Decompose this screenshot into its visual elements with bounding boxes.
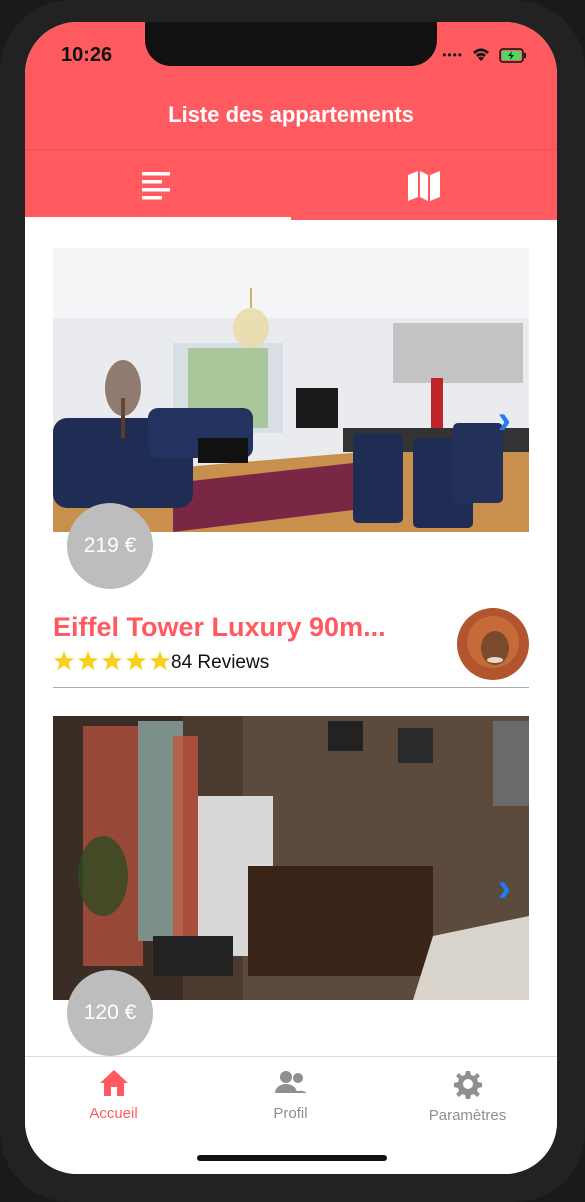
map-icon xyxy=(408,170,440,201)
star-icon xyxy=(149,650,171,671)
app-screen: 10:26 •••• Liste des appartements › 219 … xyxy=(25,22,557,1174)
nav-home-label: Accueil xyxy=(89,1105,138,1122)
tab-list[interactable] xyxy=(25,150,291,221)
host-photo xyxy=(457,608,529,680)
device-notch xyxy=(145,22,437,66)
living-room-photo xyxy=(53,248,529,532)
nav-profile-label: Profil xyxy=(273,1105,308,1122)
chevron-right-icon[interactable]: › xyxy=(498,398,511,443)
status-icons: •••• xyxy=(442,44,527,66)
rating-stars xyxy=(53,650,171,672)
listing-card[interactable]: › 120 € xyxy=(53,716,529,1056)
wifi-icon xyxy=(473,48,489,61)
listing-photo[interactable] xyxy=(53,248,529,532)
listing-divider xyxy=(53,687,529,688)
home-icon xyxy=(99,1070,128,1096)
host-avatar[interactable] xyxy=(457,608,529,680)
star-icon xyxy=(77,650,99,671)
listing-card[interactable]: › 219 € Eiffel Tower Luxury 90m... 84 Re… xyxy=(53,248,529,688)
gear-icon xyxy=(453,1071,482,1099)
status-time: 10:26 xyxy=(61,44,113,66)
battery-icon xyxy=(499,47,526,63)
star-icon xyxy=(101,650,123,671)
listing-title[interactable]: Eiffel Tower Luxury 90m... xyxy=(53,612,386,643)
review-count: 84 Reviews xyxy=(171,652,270,673)
chevron-right-icon[interactable]: › xyxy=(498,866,511,911)
nav-profile[interactable]: Profil xyxy=(202,1057,379,1149)
kitchen-photo xyxy=(53,716,529,1000)
users-icon xyxy=(274,1071,307,1093)
apartment-list[interactable]: › 219 € Eiffel Tower Luxury 90m... 84 Re… xyxy=(25,220,557,1056)
signal-icon: •••• xyxy=(442,48,463,62)
nav-settings-label: Paramètres xyxy=(428,1107,507,1124)
nav-settings[interactable]: Paramètres xyxy=(379,1057,556,1149)
star-icon xyxy=(53,650,75,671)
app-header: 10:26 •••• Liste des appartements xyxy=(25,22,557,221)
price-badge: 120 € xyxy=(67,970,153,1056)
price-badge: 219 € xyxy=(67,503,153,589)
view-toggle-tabs xyxy=(25,149,557,221)
list-icon xyxy=(142,171,170,199)
page-title: Liste des appartements xyxy=(168,102,414,127)
listing-photo[interactable] xyxy=(53,716,529,1000)
home-indicator[interactable] xyxy=(197,1155,387,1161)
tab-map[interactable] xyxy=(291,150,557,221)
star-icon xyxy=(125,650,147,671)
nav-home[interactable]: Accueil xyxy=(25,1057,202,1149)
